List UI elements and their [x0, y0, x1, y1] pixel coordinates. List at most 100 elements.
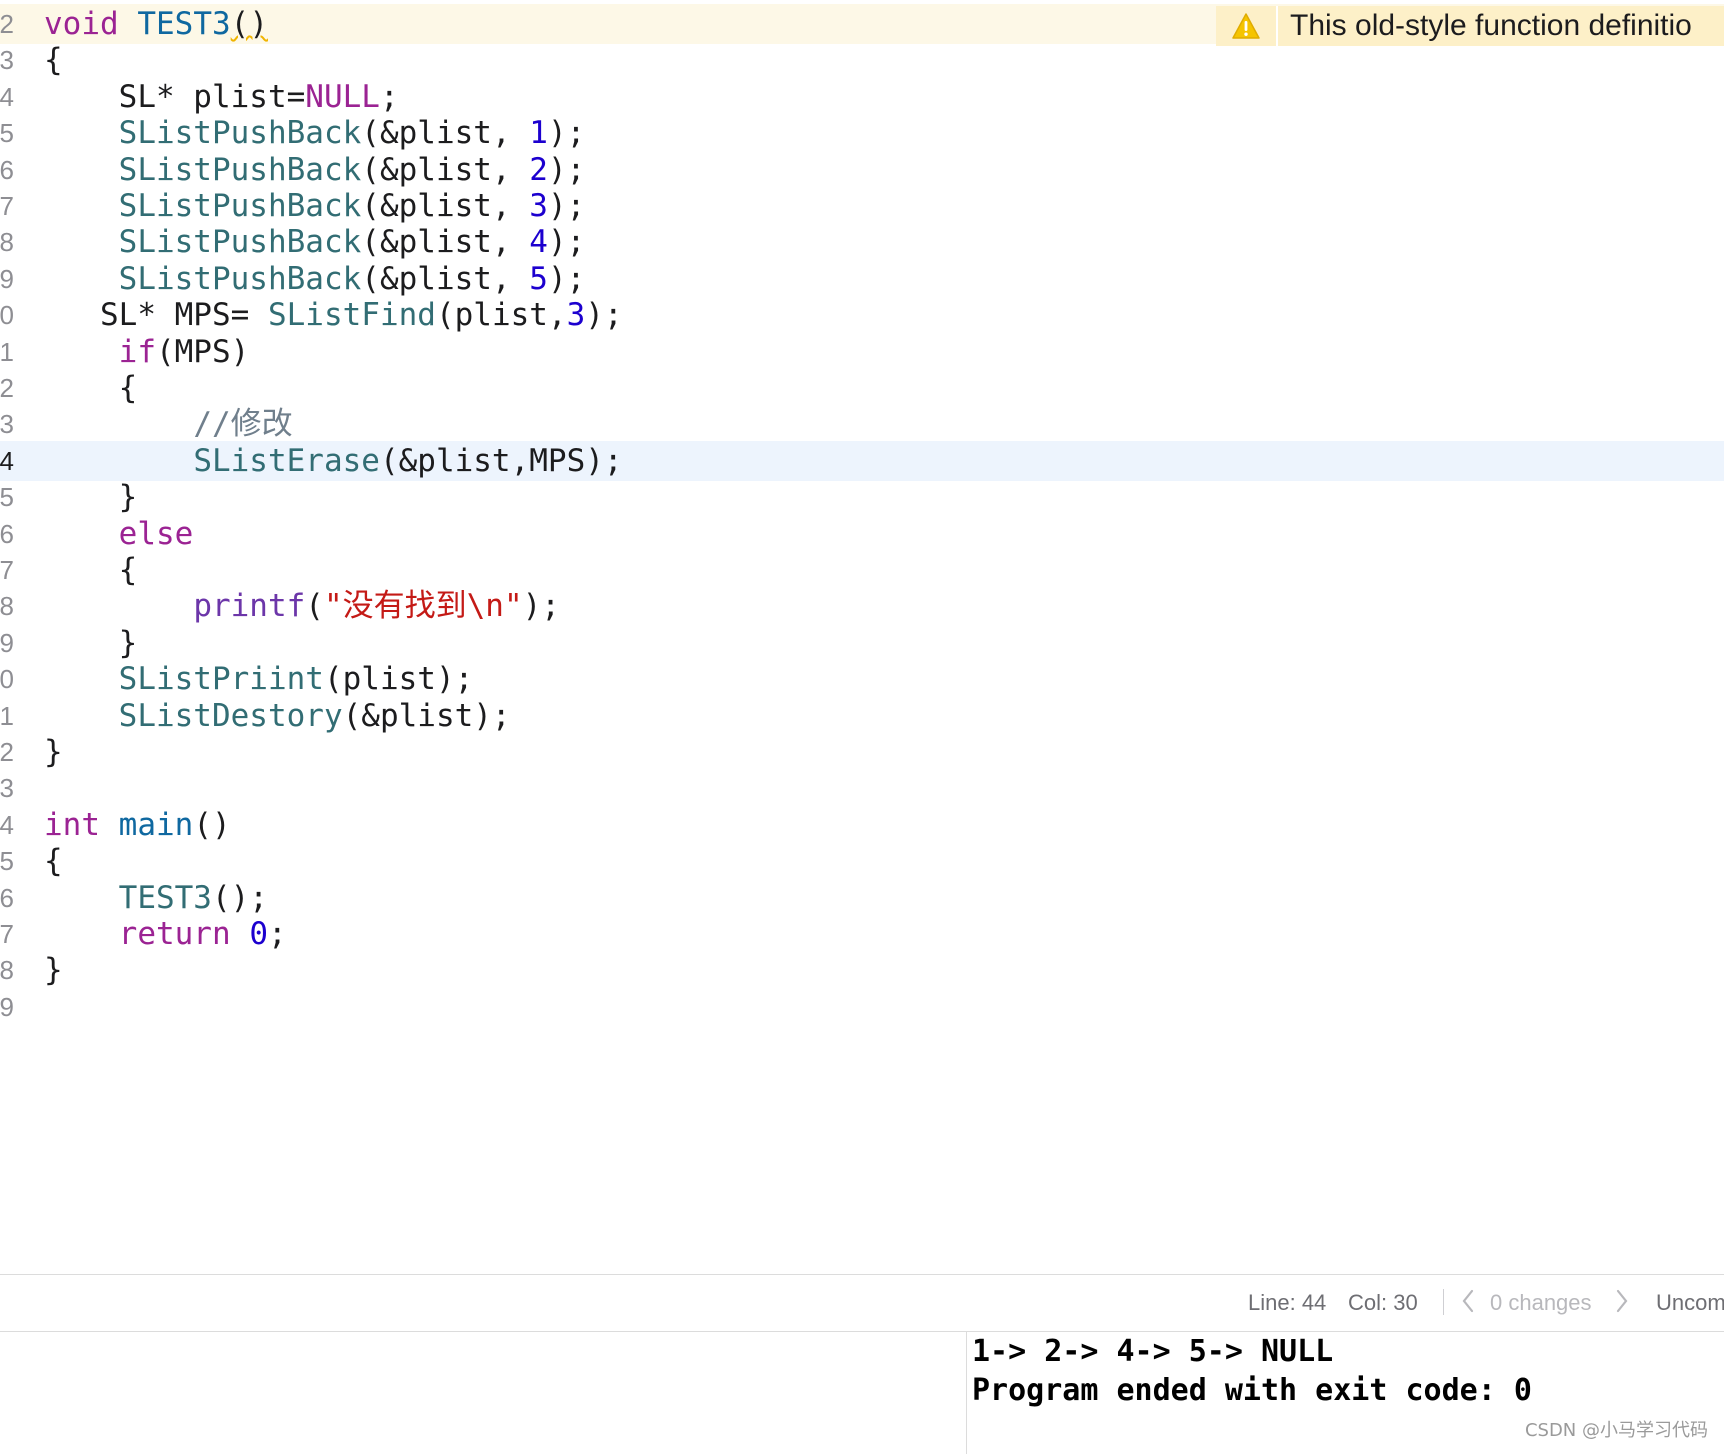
warning-banner[interactable]: This old-style function definitio	[1216, 6, 1724, 46]
code-token: SListFind	[267, 297, 436, 334]
line-number: 2	[0, 9, 14, 39]
code-token: ()	[193, 806, 231, 843]
code-line[interactable]: 4 int main()	[0, 805, 1724, 845]
code-line[interactable]: 9	[0, 987, 1724, 1027]
code-line[interactable]: 0 SL* MPS= SListFind(plist,3);	[0, 295, 1724, 335]
code-text: }	[44, 950, 63, 990]
code-line[interactable]: 9 SListPushBack(&plist, 5);	[0, 259, 1724, 299]
code-token: (&plist,	[361, 151, 530, 188]
line-number: 5	[0, 482, 14, 513]
code-line[interactable]: 9 }	[0, 623, 1724, 663]
warning-triangle-icon	[1216, 6, 1278, 46]
code-line[interactable]: 8 printf("没有找到\n");	[0, 586, 1724, 626]
code-text: {	[44, 368, 138, 408]
line-number: 9	[0, 263, 14, 294]
code-line[interactable]: 7 SListPushBack(&plist, 3);	[0, 186, 1724, 226]
code-token: 3	[566, 297, 586, 334]
code-line[interactable]: 6 TEST3();	[0, 878, 1724, 918]
line-number: 2	[0, 737, 14, 767]
code-text: return 0;	[44, 914, 287, 954]
code-line[interactable]: 8 SListPushBack(&plist, 4);	[0, 222, 1724, 262]
code-token: SListPushBack	[118, 188, 362, 224]
code-text: SListPushBack(&plist, 1);	[44, 113, 586, 153]
source-control-status[interactable]: Uncom	[1656, 1290, 1724, 1316]
code-line[interactable]: 2}	[0, 732, 1724, 772]
code-line[interactable]: 0 SListPriint(plist);	[0, 659, 1724, 699]
code-line[interactable]: 3{	[0, 40, 1724, 80]
line-number: 2	[0, 373, 14, 403]
code-line[interactable]: 1 SListDestory(&plist);	[0, 696, 1724, 736]
code-editor[interactable]: 2 void TEST3() 3{4 SL* plist=NULL; 5 SListP…	[0, 0, 1724, 1272]
chevron-left-icon[interactable]	[1460, 1287, 1476, 1321]
code-token: SListErase	[193, 442, 380, 479]
code-token: return	[118, 916, 231, 952]
code-token: (&plist);	[342, 697, 511, 734]
code-line[interactable]: 7 {	[0, 550, 1724, 590]
code-line[interactable]: 4 SL* plist=NULL;	[0, 77, 1724, 117]
line-number: 3	[0, 409, 14, 440]
code-line[interactable]: 6 SListPushBack(&plist, 2);	[0, 150, 1724, 190]
warning-message: This old-style function definitio	[1290, 9, 1692, 42]
code-text: //修改	[44, 404, 293, 444]
code-token: int	[44, 806, 100, 843]
code-line[interactable]: 7 return 0;	[0, 914, 1724, 954]
chevron-right-icon[interactable]	[1614, 1287, 1630, 1321]
code-token: 2	[529, 151, 548, 188]
code-token: );	[522, 588, 560, 625]
code-text: SL* plist=NULL;	[44, 77, 399, 117]
code-token: "没有找到\n"	[323, 588, 523, 625]
code-token: //修改	[193, 406, 293, 443]
column-indicator: Col: 30	[1348, 1290, 1418, 1315]
code-token: }	[44, 734, 63, 770]
code-text: }	[44, 477, 138, 517]
line-number: 7	[0, 191, 14, 221]
console-output-line: 1-> 2-> 4-> 5-> NULL	[972, 1334, 1334, 1369]
code-text: SListPushBack(&plist, 5);	[44, 259, 586, 299]
code-line[interactable]: 5 }	[0, 477, 1724, 517]
line-number: 8	[0, 955, 14, 986]
code-text: {	[44, 40, 63, 80]
code-line[interactable]: 5 SListPushBack(&plist, 1);	[0, 113, 1724, 153]
current-code-line[interactable]: 4 SListErase(&plist,MPS);	[0, 440, 1724, 481]
code-token: (plist);	[323, 661, 474, 698]
code-line[interactable]: 2 {	[0, 368, 1724, 408]
code-text: else	[44, 514, 194, 554]
code-token: SListPushBack	[118, 115, 362, 152]
code-token: );	[585, 297, 623, 334]
line-number: 4	[0, 445, 14, 476]
code-text: }	[44, 732, 63, 772]
code-line[interactable]: 5{	[0, 841, 1724, 881]
code-token: SListPushBack	[118, 260, 362, 297]
code-token: (plist,	[435, 297, 567, 334]
code-token: void	[44, 6, 119, 42]
code-line[interactable]: 3 //修改	[0, 404, 1724, 444]
code-token: );	[547, 115, 586, 152]
code-token: ()	[230, 6, 268, 42]
line-number: 9	[0, 991, 14, 1022]
code-line[interactable]: 1 if(MPS)	[0, 332, 1724, 372]
code-token: TEST3	[137, 6, 231, 42]
editor-status-bar: Line: 44 Col: 30 0 changes Uncom	[0, 1274, 1724, 1332]
changes-count: 0 changes	[1490, 1290, 1592, 1315]
line-number: 7	[0, 555, 14, 585]
code-line[interactable]: 3	[0, 768, 1724, 808]
code-text: {	[44, 841, 63, 881]
code-line[interactable]: 6 else	[0, 514, 1724, 554]
code-token: ;	[267, 916, 287, 952]
code-text: SListDestory(&plist);	[44, 696, 511, 736]
code-token: (&plist,	[361, 260, 530, 297]
line-number: 1	[0, 336, 14, 367]
code-line[interactable]: 8}	[0, 950, 1724, 990]
watermark: CSDN @小马学习代码	[1524, 1420, 1708, 1441]
status-divider	[1443, 1289, 1444, 1315]
